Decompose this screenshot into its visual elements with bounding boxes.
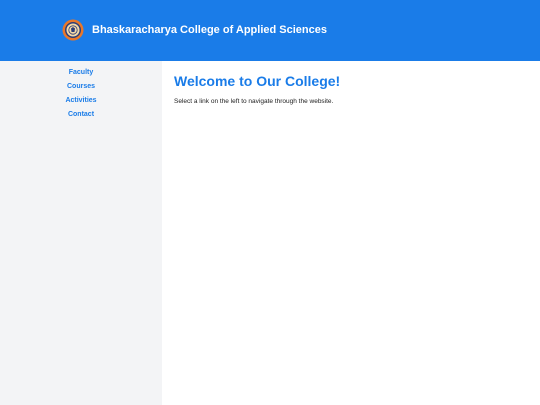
- sidebar-item-contact[interactable]: Contact: [0, 108, 162, 122]
- sidebar-item-faculty[interactable]: Faculty: [0, 66, 162, 80]
- sidebar-item-courses[interactable]: Courses: [0, 80, 162, 94]
- page-title: Welcome to Our College!: [174, 73, 341, 89]
- sidebar-item-activities[interactable]: Activities: [0, 94, 162, 108]
- site-title: Bhaskaracharya College of Applied Scienc…: [92, 24, 327, 36]
- nav-list: Faculty Courses Activities Contact: [0, 61, 162, 122]
- sidebar-nav: Faculty Courses Activities Contact: [0, 61, 162, 405]
- college-seal-icon[interactable]: [62, 19, 84, 41]
- main-content: Welcome to Our College! Select a link on…: [174, 72, 524, 106]
- intro-text: Select a link on the left to navigate th…: [174, 98, 334, 105]
- site-header: Bhaskaracharya College of Applied Scienc…: [0, 0, 540, 61]
